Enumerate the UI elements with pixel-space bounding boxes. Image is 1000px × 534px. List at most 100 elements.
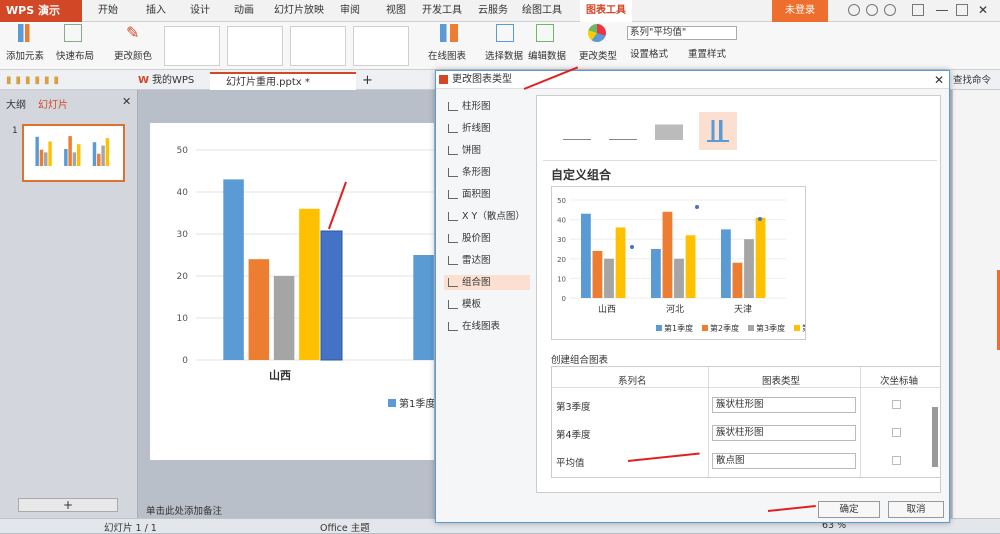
row-chart-type-select-0[interactable]: 簇状柱形图	[712, 397, 856, 413]
close-icon[interactable]: ✕	[978, 3, 988, 17]
category-2[interactable]: 饼图	[444, 143, 530, 158]
add-slide-button[interactable]: +	[18, 498, 118, 512]
tab-1[interactable]: 插入	[146, 0, 166, 22]
category-8[interactable]: 组合图	[444, 275, 530, 290]
subtype-clustered-icon[interactable]	[563, 114, 591, 140]
category-1[interactable]: 折线图	[444, 121, 530, 136]
category-label-1: 折线图	[462, 123, 491, 134]
category-10[interactable]: 在线图表	[444, 319, 530, 334]
preview-bar-2-0	[721, 229, 731, 298]
change-type-button[interactable]: 更改类型	[579, 48, 617, 62]
set-format-button[interactable]: 设置格式	[630, 46, 668, 60]
category-label-3: 条形图	[462, 167, 491, 178]
ok-button[interactable]: 确定	[818, 501, 880, 518]
add-element-button[interactable]: 添加元素	[6, 48, 44, 62]
quick-tools-icon[interactable]: ▮▮▮▮▮▮	[6, 72, 106, 90]
tab-0[interactable]: 开始	[98, 0, 118, 22]
panel-close-icon[interactable]: ✕	[122, 95, 131, 108]
row-secondary-checkbox-1[interactable]	[892, 428, 901, 437]
subtype-custom-icon[interactable]	[699, 112, 737, 150]
category-9[interactable]: 模板	[444, 297, 530, 312]
subtype-stacked-icon[interactable]	[609, 114, 637, 140]
change-color-icon: ✎	[126, 23, 140, 42]
preview-bar-0-3	[615, 227, 626, 298]
chart-style-2[interactable]	[227, 26, 283, 66]
row-secondary-checkbox-2[interactable]	[892, 456, 901, 465]
dialog-title-text: 更改图表类型	[452, 74, 512, 85]
app-menu-button[interactable]: WPS 演示	[0, 0, 82, 22]
thumb-bar-1-2	[72, 152, 77, 166]
online-chart-button[interactable]: 在线图表	[428, 48, 466, 62]
row-series-name-2: 平均值	[556, 458, 585, 469]
quick-layout-icon	[64, 24, 82, 42]
tab-7[interactable]: 开发工具	[422, 0, 462, 22]
preview-ytick-0: 50	[557, 197, 566, 205]
row-secondary-checkbox-0[interactable]	[892, 400, 901, 409]
preview-ytick-2: 30	[557, 236, 566, 244]
preview-legend-label-0: 第1季度	[664, 323, 693, 333]
preview-avg-point-2	[758, 217, 762, 221]
skin-icon[interactable]	[848, 4, 860, 16]
change-type-icon	[588, 24, 606, 42]
tab-8[interactable]: 云服务	[478, 0, 508, 22]
category-3[interactable]: 条形图	[444, 165, 530, 180]
maximize-icon[interactable]	[956, 4, 968, 16]
tab-5[interactable]: 审阅	[340, 0, 360, 22]
category-label-4: 面积图	[462, 189, 491, 200]
slide-chart[interactable]: 50 40 30 20 10 0 山西第1季度	[150, 123, 510, 460]
slides-tab[interactable]: 幻灯片	[38, 96, 68, 111]
settings-icon[interactable]	[866, 4, 878, 16]
slide-number: 1	[12, 126, 18, 136]
category-4[interactable]: 面积图	[444, 187, 530, 202]
login-button[interactable]: 未登录	[772, 0, 828, 22]
reset-style-button[interactable]: 重置样式	[688, 46, 726, 60]
tab-6[interactable]: 视图	[386, 0, 406, 22]
category-icon-4	[448, 190, 458, 199]
category-0[interactable]: 柱形图	[444, 99, 530, 114]
category-7[interactable]: 雷达图	[444, 253, 530, 268]
thumbnail-chart	[35, 136, 110, 166]
tab-9[interactable]: 绘图工具	[522, 0, 562, 22]
subtype-area-icon[interactable]	[655, 114, 683, 140]
tab-3[interactable]: 动画	[234, 0, 254, 22]
edit-data-button[interactable]: 编辑数据	[528, 48, 566, 62]
quick-layout-button[interactable]: 快速布局	[56, 48, 94, 62]
help-icon[interactable]	[884, 4, 896, 16]
online-chart-icon	[440, 24, 458, 42]
chart-style-1[interactable]	[164, 26, 220, 66]
find-command[interactable]: 查找命令	[953, 72, 991, 86]
tab-document[interactable]: 幻灯片重用.pptx *	[210, 72, 356, 90]
chart-style-3[interactable]	[290, 26, 346, 66]
table-scrollbar[interactable]	[932, 407, 938, 467]
outline-tab[interactable]: 大纲	[6, 96, 26, 111]
select-data-button[interactable]: 选择数据	[485, 48, 523, 62]
preview-cat-1: 河北	[666, 303, 684, 315]
category-label-10: 在线图表	[462, 321, 501, 332]
category-6[interactable]: 股价图	[444, 231, 530, 246]
preview-legend-swatch-1	[702, 325, 708, 331]
category-5[interactable]: X Y（散点图）	[444, 209, 530, 224]
preview-legend-label-1: 第2季度	[710, 323, 739, 333]
dialog-close-icon[interactable]: ✕	[934, 71, 944, 89]
add-element-icon	[18, 24, 36, 42]
preview-ytick-5: 0	[562, 295, 566, 303]
chart-style-4[interactable]	[353, 26, 409, 66]
selected-bar	[320, 230, 343, 361]
change-color-button[interactable]: 更改颜色	[114, 48, 152, 62]
slide-thumbnail[interactable]	[22, 124, 125, 182]
series-select[interactable]: 系列"平均值"	[627, 26, 737, 40]
cancel-button[interactable]: 取消	[888, 501, 944, 518]
tab-my-wps[interactable]: W 我的WPS	[138, 72, 210, 90]
tab-2[interactable]: 设计	[190, 0, 210, 22]
minimize-icon[interactable]	[936, 10, 948, 11]
notes-placeholder[interactable]: 单击此处添加备注	[146, 503, 222, 517]
tab-10[interactable]: 图表工具	[580, 0, 632, 22]
new-tab-button[interactable]: +	[362, 72, 373, 90]
restore-icon[interactable]	[912, 4, 924, 16]
preview-bar-0-2	[604, 258, 614, 298]
tab-4[interactable]: 幻灯片放映	[274, 0, 324, 22]
slide-canvas[interactable]: 50 40 30 20 10 0 山西 第1季度	[150, 123, 510, 460]
row-chart-type-select-2[interactable]: 散点图	[712, 453, 856, 469]
thumb-bar-2-1	[97, 153, 101, 166]
row-chart-type-select-1[interactable]: 簇状柱形图	[712, 425, 856, 441]
